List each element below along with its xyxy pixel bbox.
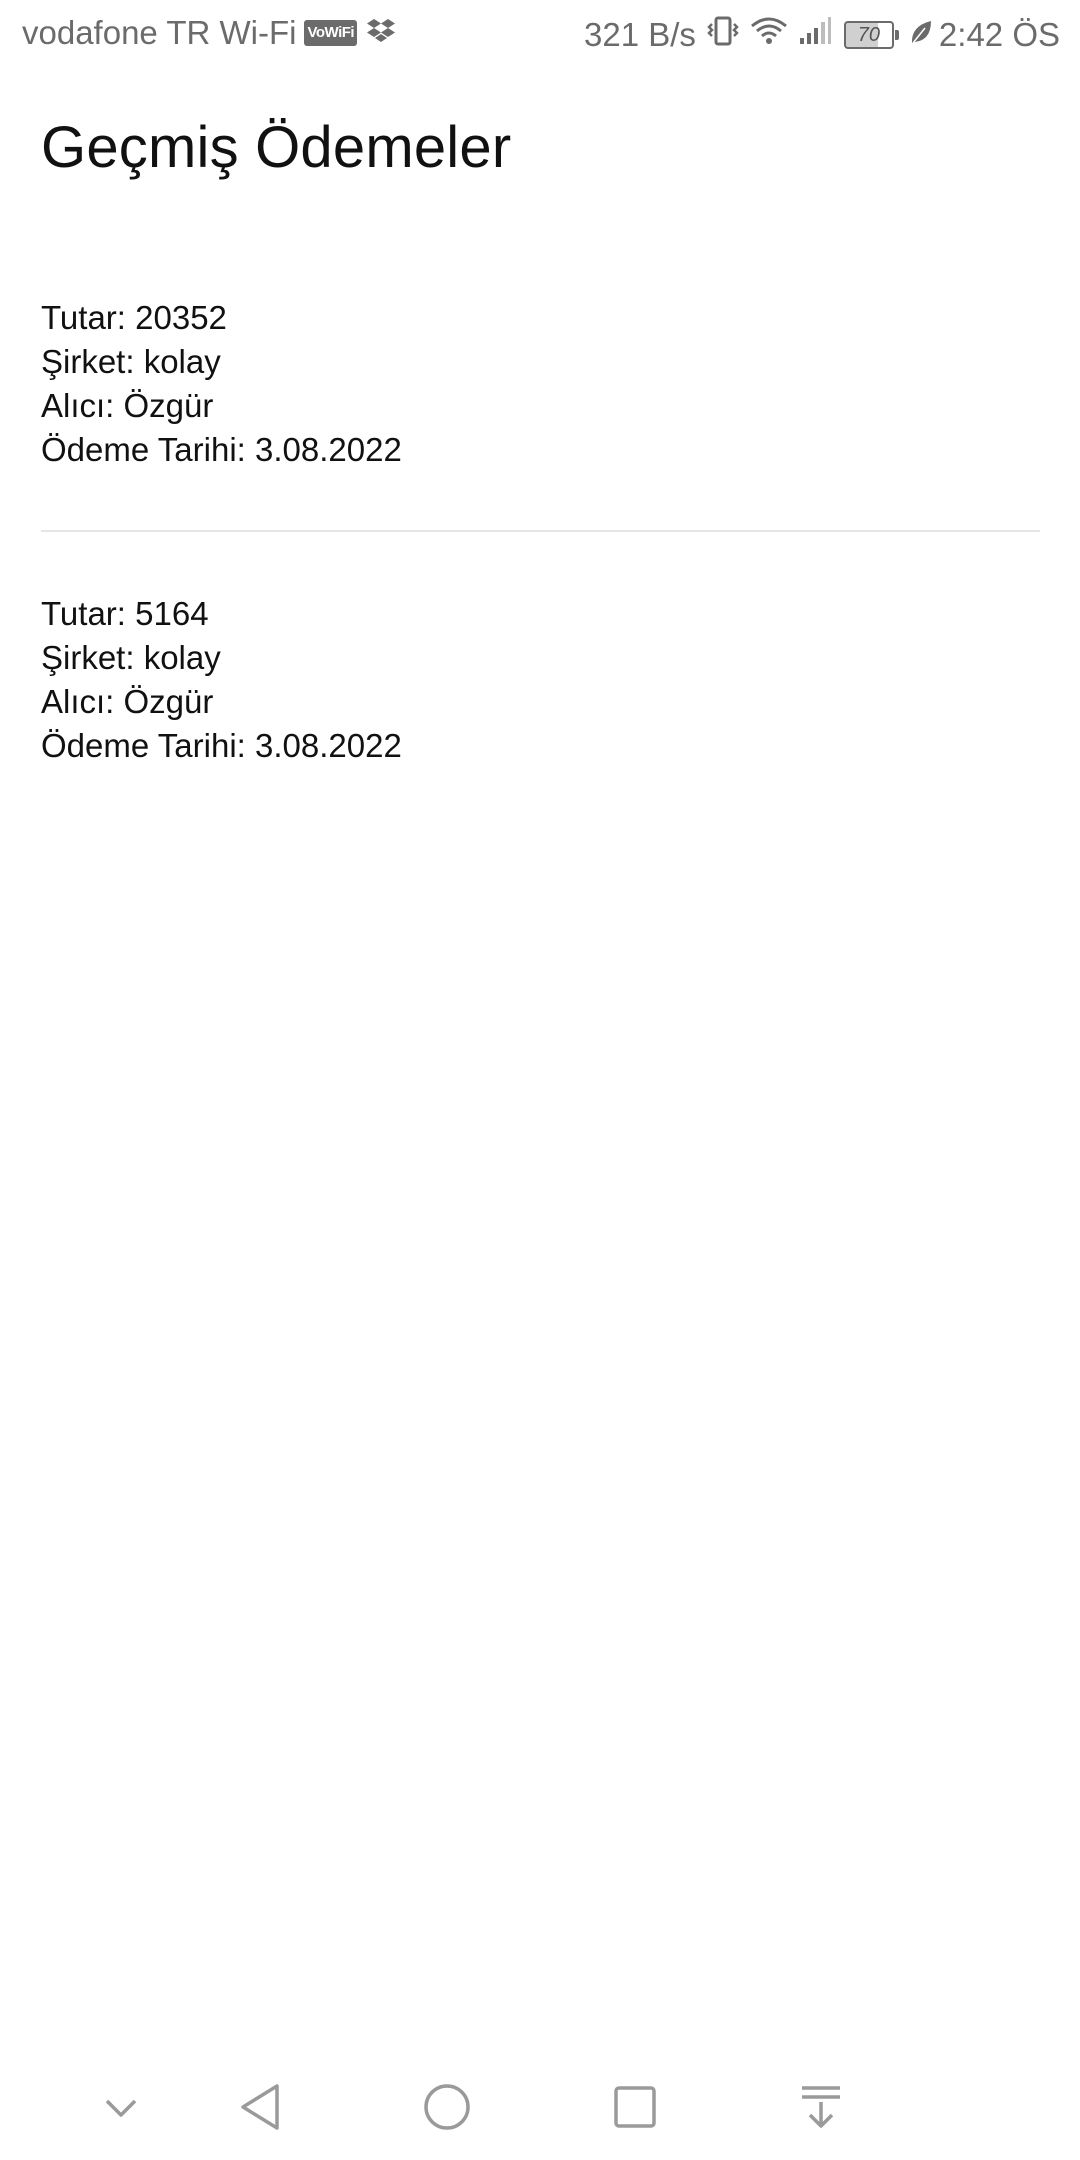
payment-company: Şirket: kolay [41,343,221,380]
home-icon[interactable] [412,2072,482,2142]
payment-recipient: Alıcı: Özgür [41,387,214,424]
wifi-icon [750,15,788,55]
payment-item: Tutar: 20352 Şirket: kolay Alıcı: Özgür … [41,296,1041,472]
back-icon[interactable] [226,2072,296,2142]
recents-icon[interactable] [600,2072,670,2142]
payment-amount: Tutar: 5164 [41,595,209,632]
payments-list: Tutar: 20352 Şirket: kolay Alıcı: Özgür … [41,296,1041,768]
battery-icon: 70 [843,21,899,49]
clock: 2:42 ÖS [938,16,1060,53]
vowifi-badge: VoWiFi [304,20,358,46]
leaf-icon [909,16,933,54]
page-title: Geçmiş Ödemeler [41,115,512,180]
payment-amount: Tutar: 20352 [41,299,227,336]
battery-level: 70 [843,21,894,49]
payment-company: Şirket: kolay [41,639,221,676]
vibrate-icon [706,14,740,56]
payment-date: Ödeme Tarihi: 3.08.2022 [41,727,402,764]
status-bar: vodafone TR Wi-Fi VoWiFi 321 B/s 70 2:42… [0,0,1080,72]
chevron-down-icon[interactable] [86,2072,156,2142]
payment-date: Ödeme Tarihi: 3.08.2022 [41,431,402,468]
navigation-bar [0,2050,1080,2160]
status-left: vodafone TR Wi-Fi VoWiFi [22,14,396,52]
payment-item: Tutar: 5164 Şirket: kolay Alıcı: Özgür Ö… [41,592,1041,768]
payment-recipient: Alıcı: Özgür [41,683,214,720]
status-right: 321 B/s 70 2:42 ÖS [584,14,1060,56]
network-speed: 321 B/s [584,16,696,53]
dropbox-icon [367,14,396,52]
notification-pull-icon[interactable] [786,2072,856,2142]
divider [41,530,1040,532]
carrier-name: vodafone TR Wi-Fi [22,14,297,51]
signal-icon [798,16,832,54]
